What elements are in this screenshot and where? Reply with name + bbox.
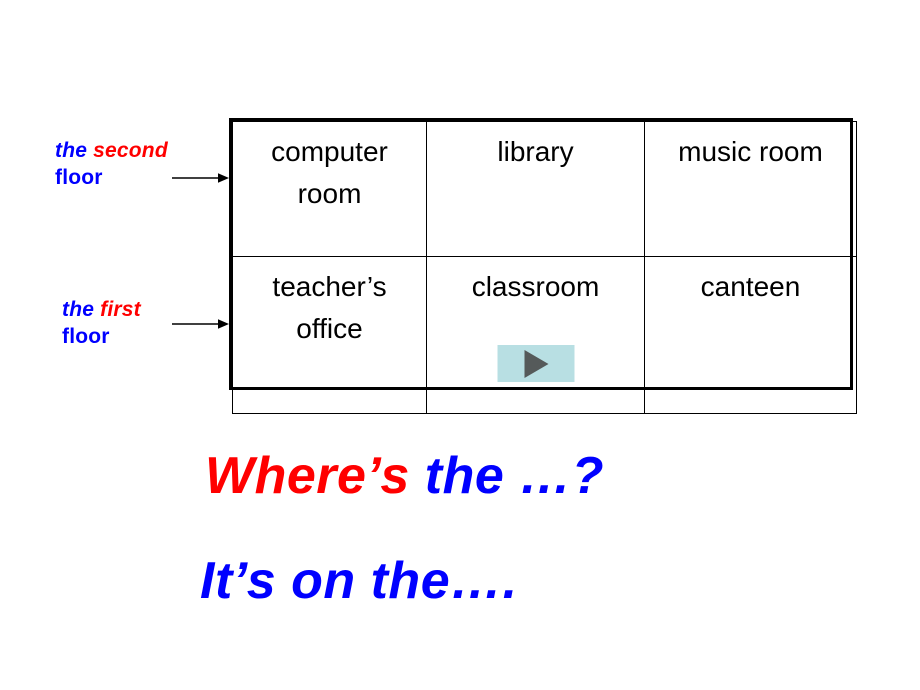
prompt-answer-text: It’s on the…. [200, 552, 518, 610]
floor-label-noun: floor [62, 325, 110, 348]
prompt-question-highlight: Where’s [205, 447, 410, 505]
room-cell-music-room: music room [644, 121, 857, 257]
floor-label-article: the [55, 139, 94, 162]
table-row: computer room library music room [232, 121, 857, 257]
room-cell-canteen: canteen [644, 256, 857, 414]
floor-label-first-floor: the first floor [62, 296, 141, 350]
prompt-question-rest: the …? [409, 447, 605, 505]
room-label: computer room [271, 136, 388, 209]
room-cell-teachers-office: teacher’s office [232, 256, 427, 414]
room-cell-library: library [426, 121, 645, 257]
arrow-right-icon-second-floor [172, 173, 229, 183]
floor-label-second-floor: the second floor [55, 137, 168, 191]
school-rooms-table: computer room library music room teacher… [229, 118, 857, 414]
room-cell-computer-room: computer room [232, 121, 427, 257]
floor-label-article: the [62, 298, 101, 321]
floor-label-ordinal: second [93, 139, 168, 162]
play-button[interactable] [497, 345, 574, 382]
floor-label-ordinal: first [100, 298, 141, 321]
room-label: music room [678, 136, 823, 167]
floor-label-noun: floor [55, 166, 103, 189]
room-label: classroom [471, 271, 600, 302]
play-triangle-icon [524, 349, 549, 378]
prompt-question: Where’s the …? [205, 446, 604, 506]
room-label: teacher’s office [272, 271, 387, 344]
prompt-answer: It’s on the…. [200, 551, 518, 611]
table-row: teacher’s office classroom canteen [232, 256, 857, 414]
room-cell-classroom: classroom [426, 256, 645, 414]
arrow-right-icon-first-floor [172, 319, 229, 329]
room-label: library [497, 136, 574, 167]
room-label: canteen [700, 271, 801, 302]
